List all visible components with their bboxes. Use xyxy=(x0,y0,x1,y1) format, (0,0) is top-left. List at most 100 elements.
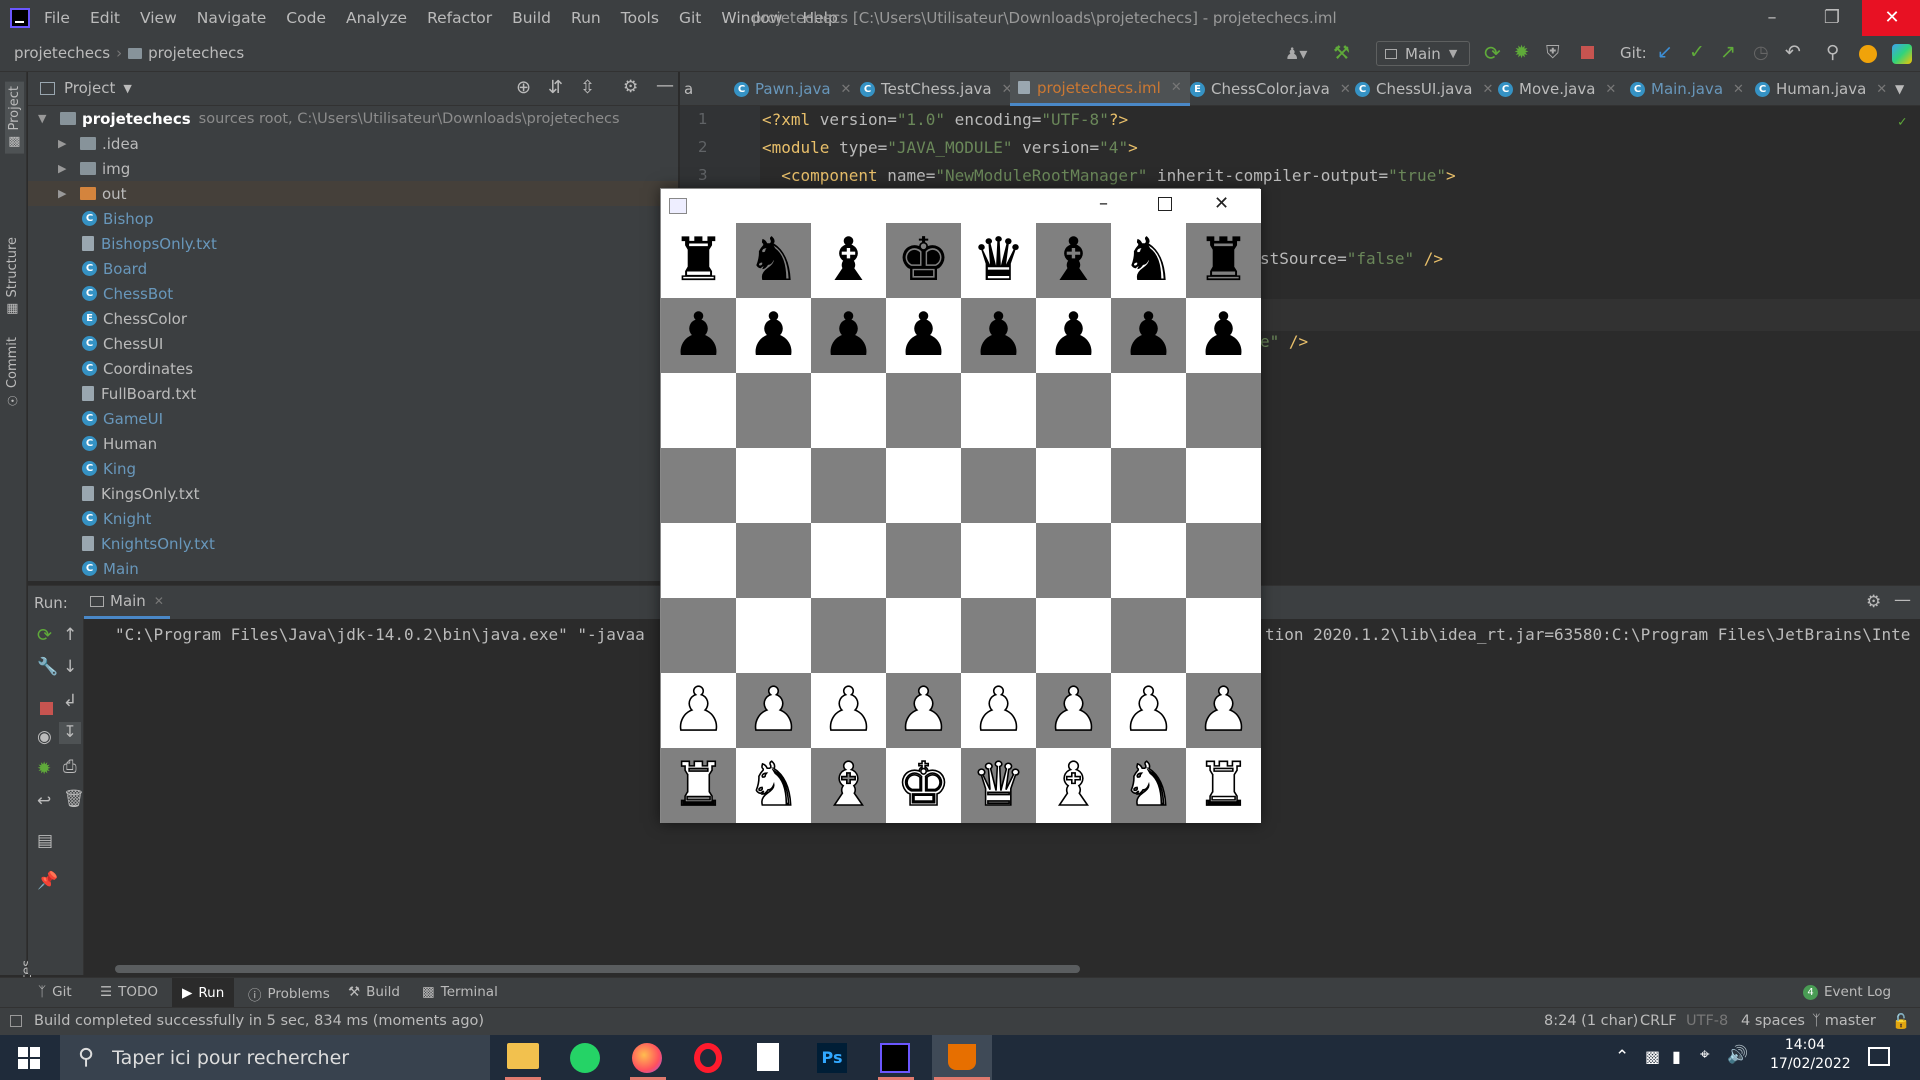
tree-folder-out[interactable]: ▶ out xyxy=(28,181,678,206)
caret-position[interactable]: 8:24 (1 char) xyxy=(1544,1013,1638,1029)
tree-file-chesscolor[interactable]: E ChessColor xyxy=(82,306,187,331)
black-chess-piece[interactable]: ♟ xyxy=(747,298,801,373)
close-icon[interactable]: ✕ xyxy=(1482,82,1493,97)
board-square[interactable]: ♝ xyxy=(1036,748,1111,823)
locate-icon[interactable]: ⊕ xyxy=(516,77,531,98)
restore-button[interactable]: ❐ xyxy=(1802,0,1862,36)
board-square[interactable] xyxy=(736,448,811,523)
print-icon[interactable]: ⎙ xyxy=(63,757,77,777)
tree-file-chessui[interactable]: C ChessUI xyxy=(82,331,163,356)
board-square[interactable] xyxy=(661,448,736,523)
tab-projetechecs-iml[interactable]: projetechecs.iml ✕ xyxy=(1010,72,1190,106)
run-config-select[interactable]: Main ▼ xyxy=(1376,41,1470,66)
menu-view[interactable]: View xyxy=(140,9,177,27)
board-square[interactable] xyxy=(736,598,811,673)
structure-tool-tab[interactable]: ▦ Structure xyxy=(5,237,20,317)
white-chess-piece[interactable]: ♟ xyxy=(971,673,1026,748)
notifications-icon[interactable] xyxy=(1868,1047,1890,1066)
white-chess-piece[interactable]: ♟ xyxy=(821,673,876,748)
search-icon[interactable]: ⚲ xyxy=(1826,42,1839,63)
tool-tab-problems[interactable]: ⓘ Problems xyxy=(248,984,330,1004)
board-square[interactable]: ♚ xyxy=(886,223,961,298)
board-square[interactable]: ♛ xyxy=(961,748,1036,823)
black-chess-piece[interactable]: ♞ xyxy=(1122,223,1176,298)
run-tab-main[interactable]: Main ✕ xyxy=(84,586,170,619)
white-chess-piece[interactable]: ♝ xyxy=(821,748,876,823)
rerun-icon[interactable]: ⟳ xyxy=(37,625,52,646)
debug-icon[interactable]: ✹ xyxy=(37,759,51,779)
menu-file[interactable]: File xyxy=(44,9,70,27)
tab-human[interactable]: C Human.java ✕ xyxy=(1755,72,1887,106)
tab-testchess[interactable]: C TestChess.java ✕ xyxy=(860,72,1012,106)
chevron-down-icon[interactable]: ▼ xyxy=(1895,72,1904,106)
volume-icon[interactable]: 🔊 xyxy=(1727,1045,1748,1065)
board-square[interactable]: ♞ xyxy=(736,223,811,298)
menu-navigate[interactable]: Navigate xyxy=(197,9,267,27)
tree-root[interactable]: ▼ projetechecs sources root, C:\Users\Ut… xyxy=(38,106,620,131)
tree-file-human[interactable]: C Human xyxy=(82,431,157,456)
board-square[interactable]: ♟ xyxy=(886,298,961,373)
trash-icon[interactable]: 🗑 xyxy=(63,789,85,809)
tab-move[interactable]: C Move.java ✕ xyxy=(1498,72,1616,106)
close-icon[interactable]: ✕ xyxy=(841,82,852,97)
board-square[interactable]: ♟ xyxy=(661,298,736,373)
user-icon[interactable]: ♟▾ xyxy=(1285,44,1307,63)
board-square[interactable] xyxy=(1111,598,1186,673)
white-chess-piece[interactable]: ♟ xyxy=(671,673,726,748)
breadcrumb-module[interactable]: projetechecs xyxy=(148,44,244,62)
meet-now-icon[interactable]: ▩ xyxy=(1645,1047,1660,1066)
board-square[interactable]: ♞ xyxy=(1111,223,1186,298)
board-square[interactable] xyxy=(886,448,961,523)
horizontal-scrollbar[interactable] xyxy=(115,965,1080,973)
commit-tool-tab[interactable]: ☉ Commit xyxy=(5,337,20,407)
menu-edit[interactable]: Edit xyxy=(90,9,120,27)
board-square[interactable]: ♟ xyxy=(1111,298,1186,373)
tree-file-kingsonly[interactable]: KingsOnly.txt xyxy=(82,481,199,506)
black-chess-piece[interactable]: ♝ xyxy=(1047,223,1101,298)
camera-icon[interactable]: ◉ xyxy=(37,727,52,747)
board-square[interactable] xyxy=(811,523,886,598)
tree-file-king[interactable]: C King xyxy=(82,456,136,481)
taskbar-search[interactable]: ⚲ Taper ici pour rechercher xyxy=(60,1035,490,1080)
board-square[interactable] xyxy=(811,373,886,448)
board-square[interactable] xyxy=(1036,598,1111,673)
gear-icon[interactable]: ⚙ xyxy=(623,77,638,97)
board-square[interactable]: ♟ xyxy=(1186,673,1261,748)
board-square[interactable]: ♟ xyxy=(1186,298,1261,373)
board-square[interactable]: ♟ xyxy=(811,673,886,748)
board-square[interactable]: ♞ xyxy=(736,748,811,823)
tree-file-gameui[interactable]: C GameUI xyxy=(82,406,163,431)
layout-toggle-icon[interactable] xyxy=(10,1015,22,1027)
event-log-button[interactable]: 4 Event Log xyxy=(1803,984,1891,1000)
board-square[interactable] xyxy=(661,523,736,598)
tool-tab-run[interactable]: ▶ Run xyxy=(172,978,235,1008)
windows-start-icon[interactable] xyxy=(18,1047,40,1069)
tree-file-coordinates[interactable]: C Coordinates xyxy=(82,356,193,381)
menu-run[interactable]: Run xyxy=(571,9,601,27)
black-chess-piece[interactable]: ♚ xyxy=(897,223,951,298)
board-square[interactable] xyxy=(736,373,811,448)
close-icon[interactable]: ✕ xyxy=(1876,82,1887,97)
board-square[interactable] xyxy=(1186,373,1261,448)
white-chess-piece[interactable]: ♟ xyxy=(1196,673,1251,748)
menu-git[interactable]: Git xyxy=(679,9,701,27)
board-square[interactable]: ♟ xyxy=(811,298,886,373)
board-square[interactable]: ♟ xyxy=(1111,673,1186,748)
git-branch-widget[interactable]: ᛉ master xyxy=(1812,1013,1876,1029)
tree-file-bishopsonly[interactable]: BishopsOnly.txt xyxy=(82,231,217,256)
tab-chessui[interactable]: C ChessUI.java ✕ xyxy=(1355,72,1493,106)
tree-file-knight[interactable]: C Knight xyxy=(82,506,151,531)
history-icon[interactable]: ◷ xyxy=(1753,42,1769,63)
black-chess-piece[interactable]: ♜ xyxy=(1197,223,1251,298)
gear-icon[interactable]: ⚙ xyxy=(1866,592,1881,612)
close-icon[interactable]: ✕ xyxy=(1340,82,1351,97)
board-square[interactable] xyxy=(1111,523,1186,598)
black-chess-piece[interactable]: ♟ xyxy=(1197,298,1251,373)
minimize-button[interactable]: – xyxy=(1099,193,1108,214)
board-square[interactable]: ♟ xyxy=(736,673,811,748)
board-square[interactable] xyxy=(1036,373,1111,448)
white-chess-piece[interactable]: ♜ xyxy=(671,748,726,823)
battery-icon[interactable]: ▮ xyxy=(1672,1047,1681,1066)
board-square[interactable] xyxy=(736,523,811,598)
board-square[interactable] xyxy=(1186,523,1261,598)
